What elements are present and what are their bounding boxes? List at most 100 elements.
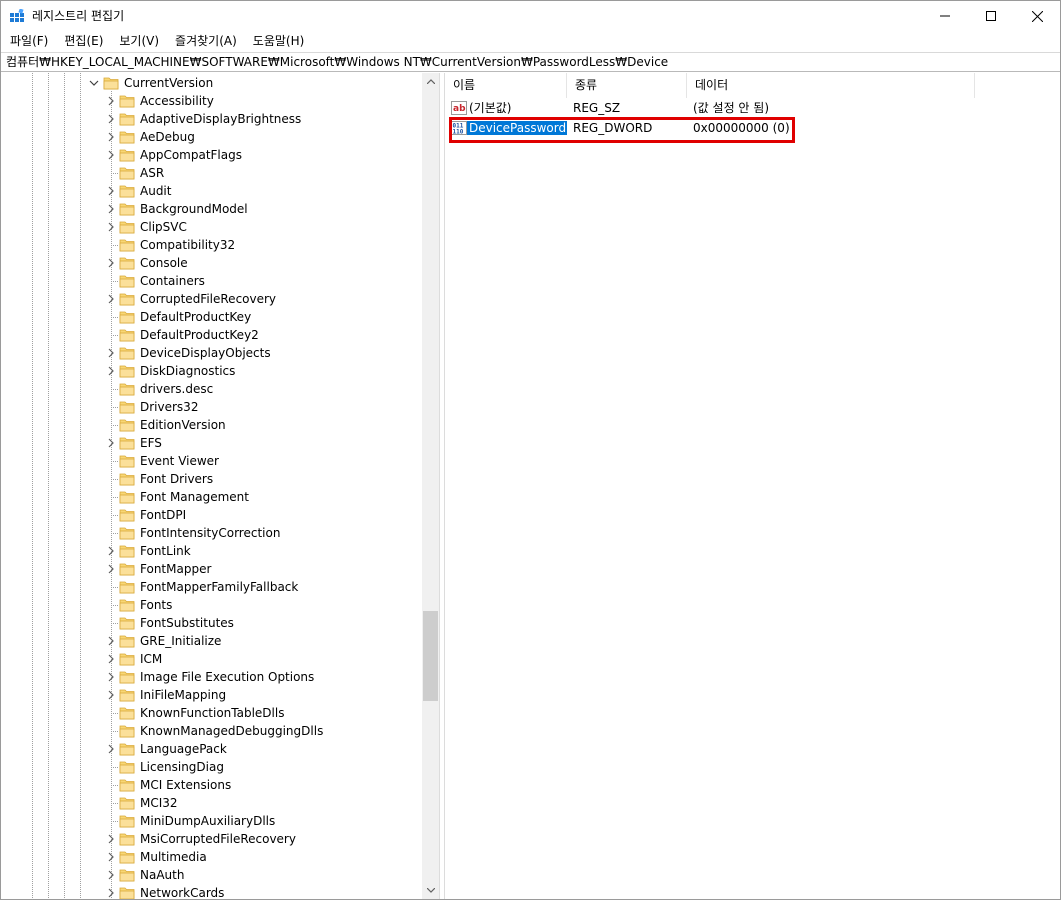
tree-node[interactable]: Event Viewer (1, 452, 421, 470)
column-header-name[interactable]: 이름 (445, 73, 567, 98)
tree-node[interactable]: KnownFunctionTableDlls (1, 704, 421, 722)
tree-vertical-scrollbar[interactable] (422, 73, 439, 899)
tree-node[interactable]: Font Management (1, 488, 421, 506)
tree-node[interactable]: FontLink (1, 542, 421, 560)
address-bar[interactable]: 컴퓨터₩HKEY_LOCAL_MACHINE₩SOFTWARE₩Microsof… (1, 52, 1060, 72)
tree-node[interactable]: FontSubstitutes (1, 614, 421, 632)
tree-node[interactable]: DeviceDisplayObjects (1, 344, 421, 362)
tree-node[interactable]: Fonts (1, 596, 421, 614)
tree-node-label: CorruptedFileRecovery (140, 292, 277, 306)
tree-node[interactable]: EditionVersion (1, 416, 421, 434)
tree-node[interactable]: Compatibility32 (1, 236, 421, 254)
tree-node[interactable]: FontMapper (1, 560, 421, 578)
tree-node-label: LicensingDiag (140, 760, 224, 774)
tree-node-label: EFS (140, 436, 162, 450)
menu-view[interactable]: 보기(V) (114, 31, 164, 51)
tree-node[interactable]: FontMapperFamilyFallback (1, 578, 421, 596)
tree-node[interactable]: LanguagePack (1, 740, 421, 758)
tree-node[interactable]: KnownManagedDebuggingDlls (1, 722, 421, 740)
tree-node[interactable]: FontDPI (1, 506, 421, 524)
folder-icon (119, 365, 135, 378)
tree-node[interactable]: drivers.desc (1, 380, 421, 398)
chevron-right-icon[interactable] (106, 362, 116, 380)
close-button[interactable] (1014, 1, 1060, 31)
menu-help[interactable]: 도움말(H) (248, 31, 310, 51)
tree-node[interactable]: Audit (1, 182, 421, 200)
chevron-down-icon[interactable] (89, 74, 99, 92)
tree-node[interactable]: DiskDiagnostics (1, 362, 421, 380)
chevron-right-icon[interactable] (106, 110, 116, 128)
tree-node[interactable]: ASR (1, 164, 421, 182)
chevron-right-icon[interactable] (106, 830, 116, 848)
chevron-right-icon[interactable] (106, 434, 116, 452)
tree-node[interactable]: ClipSVC (1, 218, 421, 236)
menu-edit[interactable]: 편집(E) (59, 31, 108, 51)
tree-node-currentversion[interactable]: CurrentVersion (1, 74, 421, 92)
maximize-button[interactable] (968, 1, 1014, 31)
chevron-right-icon[interactable] (106, 668, 116, 686)
column-header-type[interactable]: 종류 (567, 73, 687, 98)
tree-node[interactable]: AdaptiveDisplayBrightness (1, 110, 421, 128)
chevron-right-icon[interactable] (106, 146, 116, 164)
chevron-right-icon[interactable] (106, 740, 116, 758)
chevron-right-icon[interactable] (106, 866, 116, 884)
tree-node[interactable]: MCI32 (1, 794, 421, 812)
chevron-right-icon[interactable] (106, 218, 116, 236)
folder-icon (119, 797, 135, 810)
tree-node[interactable]: CorruptedFileRecovery (1, 290, 421, 308)
tree-node[interactable]: MCI Extensions (1, 776, 421, 794)
tree-node[interactable]: ICM (1, 650, 421, 668)
scroll-up-button[interactable] (422, 73, 439, 90)
tree-node[interactable]: Drivers32 (1, 398, 421, 416)
chevron-right-icon[interactable] (106, 848, 116, 866)
chevron-right-icon[interactable] (106, 128, 116, 146)
folder-icon (119, 725, 135, 738)
folder-icon (119, 563, 135, 576)
tree-node[interactable]: Multimedia (1, 848, 421, 866)
tree-node[interactable]: BackgroundModel (1, 200, 421, 218)
tree-node[interactable]: Accessibility (1, 92, 421, 110)
chevron-right-icon[interactable] (106, 560, 116, 578)
scroll-down-button[interactable] (422, 882, 439, 899)
scroll-thumb[interactable] (423, 611, 438, 701)
tree-node[interactable]: Containers (1, 272, 421, 290)
chevron-right-icon[interactable] (106, 92, 116, 110)
chevron-right-icon[interactable] (106, 542, 116, 560)
tree-node[interactable]: MiniDumpAuxiliaryDlls (1, 812, 421, 830)
chevron-right-icon[interactable] (106, 884, 116, 899)
tree-node-label: FontLink (140, 544, 191, 558)
tree-node[interactable]: NetworkCards (1, 884, 421, 899)
column-header-data[interactable]: 데이터 (687, 73, 975, 98)
menu-file[interactable]: 파일(F) (5, 31, 53, 51)
menu-favorites[interactable]: 즐겨찾기(A) (170, 31, 242, 51)
tree-node[interactable]: FontIntensityCorrection (1, 524, 421, 542)
tree-node[interactable]: DefaultProductKey (1, 308, 421, 326)
chevron-right-icon[interactable] (106, 182, 116, 200)
chevron-right-icon[interactable] (106, 650, 116, 668)
tree-node[interactable]: EFS (1, 434, 421, 452)
tree-node[interactable]: AppCompatFlags (1, 146, 421, 164)
tree-node[interactable]: Image File Execution Options (1, 668, 421, 686)
tree-node[interactable]: LicensingDiag (1, 758, 421, 776)
tree-node[interactable]: Font Drivers (1, 470, 421, 488)
tree-node[interactable]: Console (1, 254, 421, 272)
tree-node[interactable]: DefaultProductKey2 (1, 326, 421, 344)
tree-node[interactable]: GRE_Initialize (1, 632, 421, 650)
tree-node[interactable]: IniFileMapping (1, 686, 421, 704)
minimize-button[interactable] (922, 1, 968, 31)
value-row[interactable]: ab (기본값) REG_SZ (값 설정 안 됨) (445, 98, 975, 118)
chevron-right-icon[interactable] (106, 200, 116, 218)
title-bar[interactable]: 레지스트리 편집기 (1, 1, 1060, 31)
chevron-down-icon (426, 888, 435, 893)
chevron-right-icon[interactable] (106, 254, 116, 272)
tree-node[interactable]: NaAuth (1, 866, 421, 884)
key-tree-pane[interactable]: CurrentVersion Accessibility AdaptiveDispl… (1, 73, 439, 899)
tree-node[interactable]: AeDebug (1, 128, 421, 146)
tree-node[interactable]: MsiCorruptedFileRecovery (1, 830, 421, 848)
chevron-right-icon[interactable] (106, 290, 116, 308)
chevron-right-icon[interactable] (106, 686, 116, 704)
chevron-right-icon[interactable] (106, 632, 116, 650)
tree-node-label: NetworkCards (140, 886, 225, 899)
values-list-pane[interactable]: 이름 종류 데이터 ab (기본값) REG_SZ (값 설정 안 됨) 011… (445, 73, 1060, 899)
chevron-right-icon[interactable] (106, 344, 116, 362)
